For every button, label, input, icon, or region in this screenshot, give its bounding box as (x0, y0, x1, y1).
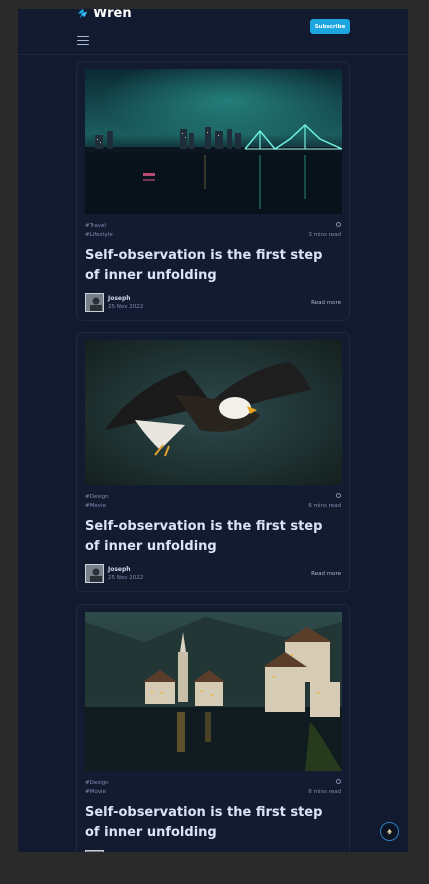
read-time: 6 mins read (308, 779, 341, 797)
clock-icon (336, 222, 341, 227)
eagle-image (85, 340, 342, 485)
subscribe-button[interactable]: Subscribe (310, 19, 350, 34)
site-header: Wren Subscribe (18, 9, 408, 55)
hamburger-menu-icon[interactable] (77, 36, 89, 45)
post-title[interactable]: Self-observation is the first step of in… (85, 246, 335, 286)
read-time: 3 mins read (308, 222, 341, 240)
tag-link[interactable]: #Design (85, 493, 109, 502)
post-card[interactable]: #Design #Movie 6 mins read Self-observat… (76, 604, 350, 852)
author-name[interactable]: Joseph (108, 565, 143, 574)
tag-link[interactable]: #Travel (85, 222, 113, 231)
wren-logo-icon (77, 9, 88, 19)
post-author: Joseph 25 Nov 2022 (85, 293, 143, 312)
lakeside-village-image (85, 612, 342, 771)
post-date: 25 Nov 2022 (108, 304, 144, 310)
logo[interactable]: Wren (76, 9, 132, 21)
post-title[interactable]: Self-observation is the first step of in… (85, 517, 335, 557)
read-time-text: 6 mins read (308, 789, 341, 795)
page: Wren Subscribe #Travel #Lifestyle 3 mins… (18, 9, 408, 852)
tag-link[interactable]: #Movie (85, 502, 109, 511)
read-time-text: 6 mins read (308, 503, 341, 509)
post-date: 25 Nov 2022 (108, 575, 144, 581)
scroll-to-top-button[interactable] (380, 822, 399, 841)
post-image[interactable] (85, 69, 342, 214)
tag-link[interactable]: #Design (85, 779, 109, 788)
read-time-text: 3 mins read (308, 232, 341, 238)
read-more-link[interactable]: Read more (311, 571, 341, 577)
night-city-bridge-image (85, 69, 342, 214)
post-image[interactable] (85, 612, 342, 771)
post-tags: #Design #Movie (85, 493, 109, 511)
avatar (85, 293, 104, 312)
post-image[interactable] (85, 340, 342, 485)
read-time: 6 mins read (308, 493, 341, 511)
clock-icon (336, 779, 341, 784)
author-name[interactable]: Joseph (108, 294, 143, 303)
logo-text: Wren (93, 9, 132, 21)
post-card[interactable]: #Travel #Lifestyle 3 mins read Self-obse… (76, 61, 350, 321)
arrow-up-icon (386, 828, 393, 835)
post-author (85, 850, 104, 852)
clock-icon (336, 493, 341, 498)
avatar (85, 564, 104, 583)
post-tags: #Design #Movie (85, 779, 109, 797)
post-tags: #Travel #Lifestyle (85, 222, 113, 240)
post-author: Joseph 25 Nov 2022 (85, 564, 143, 583)
post-title[interactable]: Self-observation is the first step of in… (85, 803, 335, 843)
avatar (85, 850, 104, 852)
tag-link[interactable]: #Movie (85, 788, 109, 797)
post-card[interactable]: #Design #Movie 6 mins read Self-observat… (76, 332, 350, 592)
tag-link[interactable]: #Lifestyle (85, 231, 113, 240)
read-more-link[interactable]: Read more (311, 300, 341, 306)
